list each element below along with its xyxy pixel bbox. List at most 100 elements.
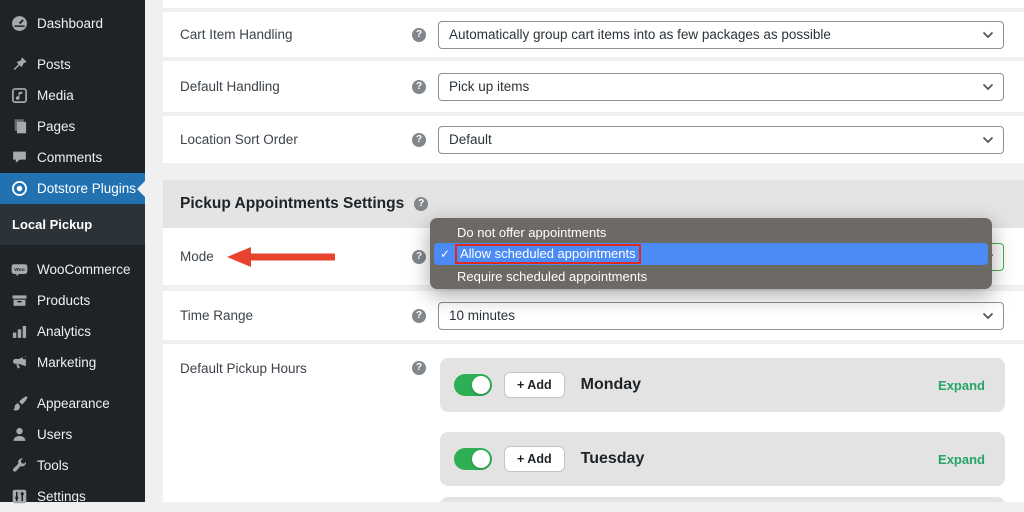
setting-label: Cart Item Handling <box>180 27 412 42</box>
setting-row-default-handling: Default Handling ? Pick up items <box>163 61 1024 112</box>
dropdown-option-require-scheduled[interactable]: Require scheduled appointments <box>430 265 992 287</box>
sidebar-item-label: Pages <box>37 119 75 134</box>
sidebar-item-settings[interactable]: Settings <box>0 481 145 512</box>
media-icon <box>11 87 28 104</box>
pickup-day-cards: + Add Monday Expand + Add Tuesday Expand <box>440 358 1005 502</box>
sidebar-item-label: Dotstore Plugins <box>37 181 136 196</box>
help-icon[interactable]: ? <box>412 133 426 147</box>
tuesday-expand-link[interactable]: Expand <box>938 452 985 467</box>
pages-icon <box>11 118 28 135</box>
sidebar-item-dashboard[interactable]: Dashboard <box>0 8 145 39</box>
tuesday-add-button[interactable]: + Add <box>504 446 565 472</box>
help-icon[interactable]: ? <box>412 28 426 42</box>
sidebar-item-label: Media <box>37 88 74 103</box>
bar-chart-icon <box>11 323 28 340</box>
chevron-down-icon <box>982 136 994 144</box>
monday-add-button[interactable]: + Add <box>504 372 565 398</box>
sidebar-item-label: Comments <box>37 150 102 165</box>
megaphone-icon <box>11 354 28 371</box>
products-box-icon <box>11 292 28 309</box>
pickup-day-card-tuesday: + Add Tuesday Expand <box>440 432 1005 486</box>
checkmark-icon: ✓ <box>440 247 450 261</box>
sidebar-item-label: Posts <box>37 57 71 72</box>
partial-row-top <box>163 0 1024 8</box>
sidebar-item-label: Analytics <box>37 324 91 339</box>
woocommerce-icon: Woo <box>11 261 28 278</box>
cart-item-handling-select[interactable]: Automatically group cart items into as f… <box>438 21 1004 49</box>
admin-sidebar: Dashboard Posts Media Pages Comments Dot… <box>0 0 145 502</box>
paintbrush-icon <box>11 395 28 412</box>
sidebar-item-label: Users <box>37 427 72 442</box>
sidebar-item-analytics[interactable]: Analytics <box>0 316 145 347</box>
day-name: Monday <box>581 376 641 394</box>
monday-toggle[interactable] <box>454 374 492 396</box>
setting-row-location-sort-order: Location Sort Order ? Default <box>163 116 1024 163</box>
chevron-down-icon <box>982 31 994 39</box>
help-icon[interactable]: ? <box>412 309 426 323</box>
sidebar-item-users[interactable]: Users <box>0 419 145 450</box>
sidebar-item-products[interactable]: Products <box>0 285 145 316</box>
menu-separator <box>0 378 145 388</box>
setting-row-default-pickup-hours: Default Pickup Hours ? + Add Monday Expa… <box>163 344 1024 502</box>
setting-label: Mode <box>180 249 412 264</box>
sidebar-item-label: Dashboard <box>37 16 103 31</box>
day-name: Tuesday <box>581 450 645 468</box>
wrench-icon <box>11 457 28 474</box>
select-value: 10 minutes <box>449 308 515 323</box>
settings-content-area: Cart Item Handling ? Automatically group… <box>145 0 1024 502</box>
option-label: Do not offer appointments <box>457 225 606 240</box>
option-label: Allow scheduled appointments <box>460 246 636 261</box>
sidebar-item-media[interactable]: Media <box>0 80 145 111</box>
dashboard-icon <box>11 15 28 32</box>
time-range-select[interactable]: 10 minutes <box>438 302 1004 330</box>
sidebar-item-label: Marketing <box>37 355 96 370</box>
help-icon[interactable]: ? <box>412 80 426 94</box>
setting-label: Location Sort Order <box>180 132 412 147</box>
select-value: Pick up items <box>449 79 529 94</box>
toggle-knob <box>472 376 490 394</box>
setting-row-cart-item-handling: Cart Item Handling ? Automatically group… <box>163 12 1024 57</box>
sidebar-subitem-local-pickup[interactable]: Local Pickup <box>0 212 145 237</box>
location-sort-order-select[interactable]: Default <box>438 126 1004 154</box>
chevron-down-icon <box>982 83 994 91</box>
setting-label: Default Pickup Hours <box>180 361 400 376</box>
select-value: Default <box>449 132 492 147</box>
sidebar-item-tools[interactable]: Tools <box>0 450 145 481</box>
tuesday-toggle[interactable] <box>454 448 492 470</box>
user-icon <box>11 426 28 443</box>
pickup-day-card-monday: + Add Monday Expand <box>440 358 1005 412</box>
dropdown-option-do-not-offer[interactable]: Do not offer appointments <box>430 221 992 243</box>
chevron-down-icon <box>982 312 994 320</box>
default-handling-select[interactable]: Pick up items <box>438 73 1004 101</box>
sidebar-item-dotstore-plugins[interactable]: Dotstore Plugins <box>0 173 145 204</box>
pickup-day-card-partial <box>440 497 1005 502</box>
option-label: Require scheduled appointments <box>457 269 647 284</box>
annotation-arrow <box>227 246 337 268</box>
setting-label: Default Handling <box>180 79 412 94</box>
menu-separator <box>0 39 145 49</box>
sidebar-item-comments[interactable]: Comments <box>0 142 145 173</box>
dropdown-option-allow-scheduled[interactable]: ✓ Allow scheduled appointments <box>434 243 988 265</box>
settings-icon <box>11 488 28 505</box>
select-value: Automatically group cart items into as f… <box>449 27 831 42</box>
dotstore-submenu: Local Pickup <box>0 204 145 245</box>
help-icon[interactable]: ? <box>412 361 426 375</box>
sidebar-item-posts[interactable]: Posts <box>0 49 145 80</box>
help-icon[interactable]: ? <box>412 250 426 264</box>
mode-dropdown-popup: Do not offer appointments ✓ Allow schedu… <box>430 218 992 289</box>
sidebar-item-pages[interactable]: Pages <box>0 111 145 142</box>
sidebar-item-label: WooCommerce <box>37 262 131 277</box>
sidebar-item-label: Tools <box>37 458 69 473</box>
sidebar-item-woocommerce[interactable]: Woo WooCommerce <box>0 254 145 285</box>
section-title: Pickup Appointments Settings <box>180 195 404 213</box>
pin-icon <box>11 56 28 73</box>
monday-expand-link[interactable]: Expand <box>938 378 985 393</box>
sidebar-item-label: Products <box>37 293 90 308</box>
sidebar-item-label: Appearance <box>37 396 110 411</box>
setting-row-time-range: Time Range ? 10 minutes <box>163 291 1024 340</box>
annotation-highlight-box: Allow scheduled appointments <box>455 244 641 264</box>
sidebar-item-appearance[interactable]: Appearance <box>0 388 145 419</box>
sidebar-item-marketing[interactable]: Marketing <box>0 347 145 378</box>
help-icon[interactable]: ? <box>414 197 428 211</box>
setting-label: Time Range <box>180 308 412 323</box>
